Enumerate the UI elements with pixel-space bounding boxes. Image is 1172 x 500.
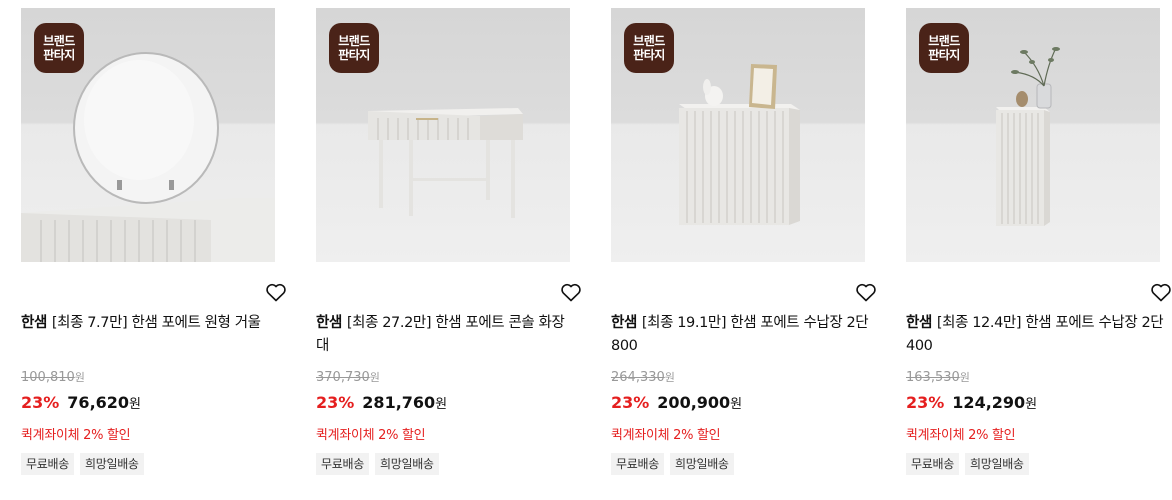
narrow-cabinet-image[interactable]: 브랜드 판타지 — [906, 8, 1160, 262]
preferred-date-tag: 희망일배송 — [669, 453, 734, 475]
heart-icon[interactable] — [1149, 280, 1172, 304]
badge-text: 브랜드 — [338, 34, 370, 48]
sale-price-line: 23% 281,760원 — [316, 393, 447, 412]
product-grid: 브랜드 판타지 한샘 [최종 7.7만] 한샘 포에트 원형 거울 100,810… — [0, 0, 1172, 500]
product-name: [최종 19.1만] 한샘 포에트 수납장 2단 800 — [611, 315, 869, 354]
original-price-value: 100,810 — [21, 370, 75, 385]
currency-unit: 원 — [369, 371, 380, 384]
free-shipping-tag: 무료배송 — [21, 453, 74, 475]
badge-text: 브랜드 — [633, 34, 665, 48]
discount-rate: 23% — [906, 393, 945, 412]
product-name: [최종 27.2만] 한샘 포에트 콘솔 화장대 — [316, 315, 565, 354]
product-card[interactable]: 브랜드 판타지 한샘 [최종 12.4만] 한샘 포에트 수납장 2단 400 1… — [906, 0, 1171, 500]
promo-text: 퀵계좌이체 2% 할인 — [316, 428, 426, 443]
discount-rate: 23% — [611, 393, 650, 412]
sale-price: 200,900 — [657, 393, 731, 412]
tag-list: 무료배송 희망일배송 — [611, 453, 734, 475]
product-title[interactable]: 한샘 [최종 27.2만] 한샘 포에트 콘솔 화장대 — [316, 312, 574, 358]
round-mirror-image[interactable]: 브랜드 판타지 — [21, 8, 275, 262]
currency-unit: 원 — [129, 397, 142, 412]
sale-price-line: 23% 200,900원 — [611, 393, 742, 412]
preferred-date-tag: 희망일배송 — [79, 453, 144, 475]
brand-fantasy-badge: 브랜드 판타지 — [919, 23, 969, 73]
product-name: [최종 7.7만] 한샘 포에트 원형 거울 — [51, 315, 261, 331]
free-shipping-tag: 무료배송 — [906, 453, 959, 475]
currency-unit: 원 — [1025, 397, 1038, 412]
product-card[interactable]: 브랜드 판타지 한샘 [최종 27.2만] 한샘 포에트 콘솔 화장대 370,7… — [316, 0, 581, 500]
original-price: 264,330원 — [611, 369, 675, 385]
wide-cabinet-image[interactable]: 브랜드 판타지 — [611, 8, 865, 262]
original-price: 163,530원 — [906, 369, 970, 385]
original-price-value: 370,730 — [316, 370, 370, 385]
currency-unit: 원 — [959, 371, 970, 384]
discount-rate: 23% — [316, 393, 355, 412]
product-brand: 한샘 — [906, 315, 932, 331]
product-brand: 한샘 — [316, 315, 342, 331]
heart-icon[interactable] — [559, 280, 583, 304]
product-title[interactable]: 한샘 [최종 7.7만] 한샘 포에트 원형 거울 — [21, 312, 279, 335]
original-price-value: 163,530 — [906, 370, 960, 385]
product-name: [최종 12.4만] 한샘 포에트 수납장 2단 400 — [906, 315, 1164, 354]
sale-price: 281,760 — [362, 393, 436, 412]
badge-text: 판타지 — [338, 48, 370, 62]
free-shipping-tag: 무료배송 — [316, 453, 369, 475]
promo-text: 퀵계좌이체 2% 할인 — [611, 428, 721, 443]
product-title[interactable]: 한샘 [최종 12.4만] 한샘 포에트 수납장 2단 400 — [906, 312, 1164, 358]
promo-text: 퀵계좌이체 2% 할인 — [21, 428, 131, 443]
heart-icon[interactable] — [854, 280, 878, 304]
free-shipping-tag: 무료배송 — [611, 453, 664, 475]
product-card[interactable]: 브랜드 판타지 한샘 [최종 7.7만] 한샘 포에트 원형 거울 100,810… — [21, 0, 286, 500]
badge-text: 판타지 — [43, 48, 75, 62]
sale-price-line: 23% 76,620원 — [21, 393, 141, 412]
tag-list: 무료배송 희망일배송 — [316, 453, 439, 475]
heart-icon[interactable] — [264, 280, 288, 304]
badge-text: 판타지 — [928, 48, 960, 62]
original-price-value: 264,330 — [611, 370, 665, 385]
product-brand: 한샘 — [611, 315, 637, 331]
currency-unit: 원 — [435, 397, 448, 412]
tag-list: 무료배송 희망일배송 — [906, 453, 1029, 475]
badge-text: 브랜드 — [43, 34, 75, 48]
currency-unit: 원 — [730, 397, 743, 412]
currency-unit: 원 — [74, 371, 85, 384]
preferred-date-tag: 희망일배송 — [374, 453, 439, 475]
preferred-date-tag: 희망일배송 — [964, 453, 1029, 475]
brand-fantasy-badge: 브랜드 판타지 — [329, 23, 379, 73]
tag-list: 무료배송 희망일배송 — [21, 453, 144, 475]
promo-text: 퀵계좌이체 2% 할인 — [906, 428, 1016, 443]
product-brand: 한샘 — [21, 315, 47, 331]
original-price: 100,810원 — [21, 369, 85, 385]
brand-fantasy-badge: 브랜드 판타지 — [34, 23, 84, 73]
product-title[interactable]: 한샘 [최종 19.1만] 한샘 포에트 수납장 2단 800 — [611, 312, 869, 358]
discount-rate: 23% — [21, 393, 60, 412]
console-table-image[interactable]: 브랜드 판타지 — [316, 8, 570, 262]
sale-price: 76,620 — [67, 393, 130, 412]
sale-price: 124,290 — [952, 393, 1026, 412]
sale-price-line: 23% 124,290원 — [906, 393, 1037, 412]
currency-unit: 원 — [664, 371, 675, 384]
badge-text: 판타지 — [633, 48, 665, 62]
badge-text: 브랜드 — [928, 34, 960, 48]
brand-fantasy-badge: 브랜드 판타지 — [624, 23, 674, 73]
original-price: 370,730원 — [316, 369, 380, 385]
product-card[interactable]: 브랜드 판타지 한샘 [최종 19.1만] 한샘 포에트 수납장 2단 800 2… — [611, 0, 876, 500]
